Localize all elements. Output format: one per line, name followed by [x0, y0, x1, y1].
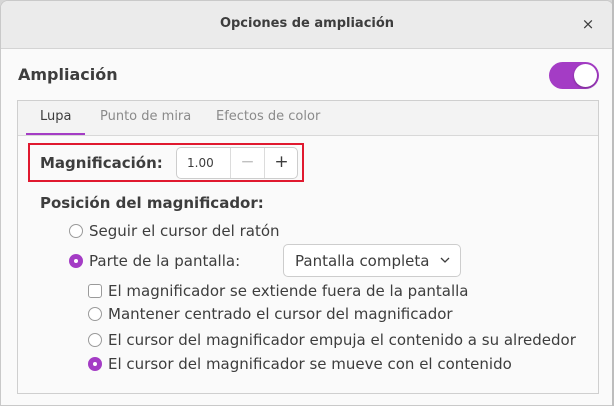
- part-of-screen-label: Parte de la pantalla:: [89, 252, 241, 270]
- tab-lupa[interactable]: Lupa: [26, 101, 86, 135]
- position-heading: Posición del magnificador:: [40, 194, 264, 212]
- close-icon: ×: [581, 15, 595, 33]
- keep-centered-radio[interactable]: [88, 307, 102, 321]
- plus-icon: +: [274, 152, 289, 172]
- increment-button[interactable]: +: [264, 148, 298, 178]
- extends-outside-label: El magnificador se extiende fuera de la …: [108, 282, 469, 300]
- move-with-content-radio[interactable]: [88, 357, 102, 371]
- move-with-content-label: El cursor del magnificador se mueve con …: [108, 355, 512, 373]
- part-of-screen-radio[interactable]: [69, 254, 83, 268]
- keep-centered-label: Mantener centrado el cursor del magnific…: [108, 305, 453, 323]
- screen-part-value: Pantalla completa: [295, 252, 430, 270]
- zoom-section-label: Ampliación: [18, 65, 118, 84]
- magnifier-options-dialog: Opciones de ampliación × Ampliación Lupa…: [0, 0, 614, 406]
- tab-punto-de-mira[interactable]: Punto de mira: [100, 101, 191, 135]
- zoom-toggle-switch[interactable]: [549, 62, 599, 89]
- tab-efectos-de-color[interactable]: Efectos de color: [216, 101, 320, 135]
- titlebar: Opciones de ampliación ×: [1, 1, 613, 49]
- dialog-title: Opciones de ampliación: [219, 16, 395, 31]
- follow-mouse-radio[interactable]: [69, 224, 83, 238]
- chevron-down-icon: [440, 257, 450, 263]
- magnification-value[interactable]: 1.00: [187, 156, 214, 170]
- extends-outside-checkbox[interactable]: [88, 284, 102, 298]
- push-content-label: El cursor del magnificador empuja el con…: [108, 331, 576, 349]
- tab-bar: Lupa Punto de mira Efectos de color: [18, 101, 598, 136]
- minus-icon: −: [240, 152, 255, 172]
- switch-knob: [574, 64, 597, 87]
- magnification-spinbutton[interactable]: 1.00 − +: [176, 147, 298, 179]
- follow-mouse-label: Seguir el cursor del ratón: [89, 222, 280, 240]
- screen-part-dropdown[interactable]: Pantalla completa: [283, 244, 461, 277]
- magnification-label: Magnificación:: [40, 154, 163, 172]
- decrement-button[interactable]: −: [230, 148, 264, 178]
- close-button[interactable]: ×: [577, 13, 599, 35]
- push-content-radio[interactable]: [88, 333, 102, 347]
